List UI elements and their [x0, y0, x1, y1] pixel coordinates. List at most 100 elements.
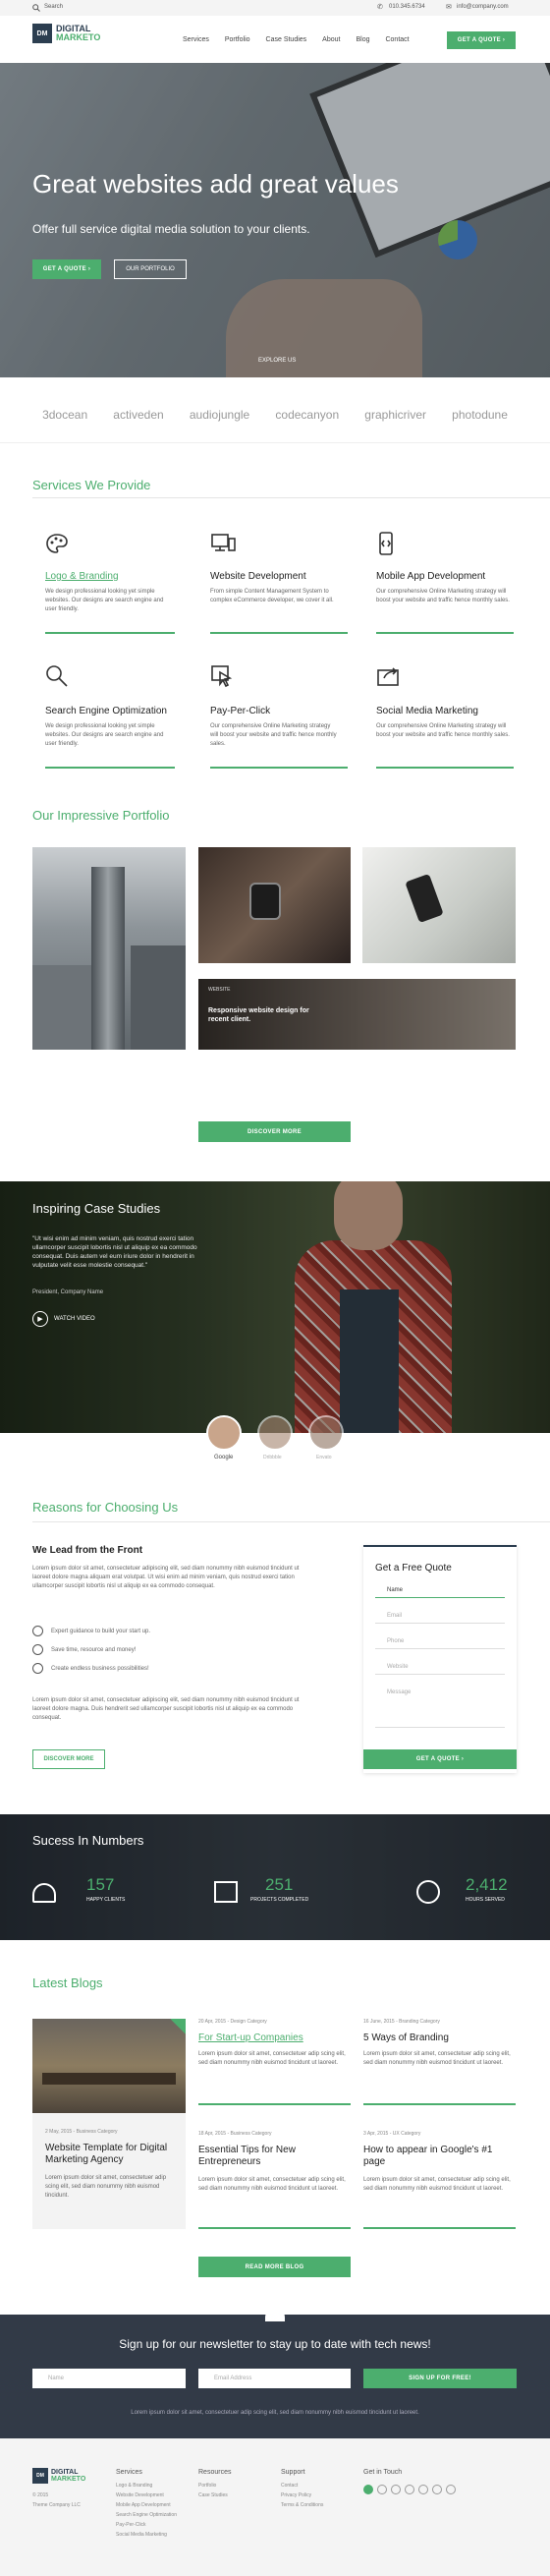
clock-icon	[416, 1880, 440, 1904]
hero-quote-button[interactable]: GET A QUOTE ›	[32, 259, 101, 279]
portfolio-phone-image[interactable]	[362, 847, 516, 963]
stat-value: 157	[86, 1875, 115, 1894]
blog-title[interactable]: For Start-up Companies	[198, 2032, 303, 2043]
service-name[interactable]: Mobile App Development	[376, 571, 485, 582]
blog-meta: 2 May, 2015 - Business Category	[45, 2129, 118, 2135]
email-field[interactable]: Email	[375, 1608, 505, 1624]
client-avatar-google[interactable]	[206, 1415, 242, 1451]
portfolio-tag: WEBSITE	[208, 987, 231, 993]
footer-support-links: Contact Privacy Policy Terms & Condition…	[281, 2481, 323, 2510]
footer-link[interactable]: Website Development	[116, 2490, 177, 2500]
service-underline	[376, 632, 514, 634]
client-envato: Envato	[316, 1455, 332, 1460]
footer-link[interactable]: Contact	[281, 2481, 323, 2490]
blog-underline	[198, 2227, 351, 2229]
cursor-icon	[211, 665, 233, 688]
copyright-company: Theme Company LLC	[32, 2502, 81, 2508]
newsletter-signup-button[interactable]: SIGN UP FOR FREE!	[363, 2369, 517, 2388]
pinterest-icon[interactable]	[418, 2485, 428, 2494]
google-plus-icon[interactable]	[405, 2485, 414, 2494]
portfolio-watch-image[interactable]	[198, 847, 351, 963]
nav-about[interactable]: About	[322, 36, 340, 43]
blog-underline	[198, 2103, 351, 2105]
service-name[interactable]: Search Engine Optimization	[45, 706, 167, 716]
search-icon[interactable]	[32, 4, 40, 12]
footer-link[interactable]: Case Studies	[198, 2490, 228, 2500]
blog-image[interactable]	[32, 2019, 186, 2113]
footer-link[interactable]: Search Engine Optimization	[116, 2510, 177, 2520]
footer-resources-links: Portfolio Case Studies	[198, 2481, 228, 2500]
read-more-blog-button[interactable]: READ MORE BLOG	[198, 2257, 351, 2277]
footer-resources-head: Resources	[198, 2469, 232, 2476]
discover-more-button[interactable]: DISCOVER MORE	[198, 1121, 351, 1142]
footer-link[interactable]: Portfolio	[198, 2481, 228, 2490]
service-name[interactable]: Logo & Branding	[45, 571, 119, 582]
footer-link[interactable]: Mobile App Development	[116, 2500, 177, 2510]
footer-link[interactable]: Logo & Branding	[116, 2481, 177, 2490]
reasons-discover-button[interactable]: DISCOVER MORE	[32, 1749, 105, 1769]
nav-blog[interactable]: Blog	[356, 36, 369, 43]
newsletter-name-input[interactable]: Name	[32, 2369, 186, 2388]
footer-services-head: Services	[116, 2469, 142, 2476]
hero-subtitle: Offer full service digital media solutio…	[32, 222, 310, 236]
portfolio-discover-button[interactable]: DISCOVER	[208, 1065, 259, 1080]
explore-link[interactable]: EXPLORE US	[258, 358, 296, 364]
nav-contact[interactable]: Contact	[385, 36, 409, 43]
blog-title[interactable]: How to appear in Google's #1 page	[363, 2145, 501, 2168]
footer-link[interactable]: Pay-Per-Click	[116, 2520, 177, 2530]
money-icon	[32, 1644, 43, 1655]
client-avatar-dribbble[interactable]	[257, 1415, 293, 1451]
blogs-title: Latest Blogs	[32, 1975, 103, 1990]
blog-title[interactable]: 5 Ways of Branding	[363, 2032, 449, 2043]
footer-link[interactable]: Social Media Marketing	[116, 2530, 177, 2540]
newsletter-email-input[interactable]: Email Address	[198, 2369, 351, 2388]
website-field[interactable]: Website	[375, 1659, 505, 1675]
nav-services[interactable]: Services	[183, 36, 209, 43]
twitter-icon[interactable]	[377, 2485, 387, 2494]
blog-title[interactable]: Website Template for Digital Marketing A…	[45, 2143, 173, 2166]
guidance-icon	[32, 1626, 43, 1636]
footer-link[interactable]: Privacy Policy	[281, 2490, 323, 2500]
portfolio-building-image[interactable]	[32, 847, 186, 1050]
case-studies-banner	[0, 1181, 550, 1433]
newsletter-note: Lorem ipsum dolor sit amet, consectetuer…	[131, 2410, 419, 2416]
footer-link[interactable]: Terms & Conditions	[281, 2500, 323, 2510]
name-field[interactable]: Name	[375, 1582, 505, 1598]
facebook-icon[interactable]	[363, 2485, 373, 2494]
nav-case-studies[interactable]: Case Studies	[266, 36, 307, 43]
case-author: President, Company Name	[32, 1289, 104, 1295]
case-quote: "Ut wisi enim ad minim veniam, quis nost…	[32, 1235, 197, 1269]
client-avatar-envato[interactable]	[308, 1415, 344, 1451]
phone-number: 010.345.6734	[389, 4, 425, 10]
footer-services-links: Logo & Branding Website Development Mobi…	[116, 2481, 177, 2540]
quote-submit-button[interactable]: GET A QUOTE ›	[363, 1749, 517, 1769]
youtube-icon[interactable]	[432, 2485, 442, 2494]
newsletter-toggle[interactable]	[265, 2308, 285, 2321]
blog-title[interactable]: Essential Tips for New Entrepreneurs	[198, 2145, 336, 2168]
message-field[interactable]: Message	[375, 1685, 505, 1728]
brands-bar: 3docean activeden audiojungle codecanyon…	[0, 395, 550, 434]
portfolio-caption: Responsive website design for recent cli…	[208, 1007, 309, 1023]
search-link[interactable]: Search	[44, 4, 63, 10]
blog-desc: Lorem ipsum dolor sit amet, consectetuer…	[198, 2177, 346, 2192]
service-name[interactable]: Social Media Marketing	[376, 706, 478, 716]
header-quote-button[interactable]: GET A QUOTE ›	[447, 31, 516, 49]
phone-field[interactable]: Phone	[375, 1633, 505, 1649]
rss-icon[interactable]	[446, 2485, 456, 2494]
nav-portfolio[interactable]: Portfolio	[225, 36, 250, 43]
service-name[interactable]: Website Development	[210, 571, 306, 582]
watch-video-link[interactable]: WATCH VIDEO	[54, 1316, 95, 1322]
blog-meta: 20 Apr, 2015 - Design Category	[198, 2019, 267, 2025]
brand-3docean: 3docean	[42, 408, 88, 422]
hero-portfolio-button[interactable]: OUR PORTFOLIO	[114, 259, 187, 279]
footer-logo[interactable]: DM DIGITAL MARKETO	[32, 2468, 85, 2484]
mail-icon: ✉	[446, 4, 452, 11]
logo[interactable]: DM DIGITAL MARKETO	[32, 24, 100, 43]
service-name[interactable]: Pay-Per-Click	[210, 706, 270, 716]
linkedin-icon[interactable]	[391, 2485, 401, 2494]
play-icon[interactable]: ▶	[32, 1311, 48, 1327]
services-title: Services We Provide	[32, 478, 151, 492]
email-link[interactable]: info@company.com	[457, 4, 509, 10]
portfolio-title: Our Impressive Portfolio	[32, 808, 170, 823]
blog-desc: Lorem ipsum dolor sit amet, consectetuer…	[363, 2051, 511, 2066]
